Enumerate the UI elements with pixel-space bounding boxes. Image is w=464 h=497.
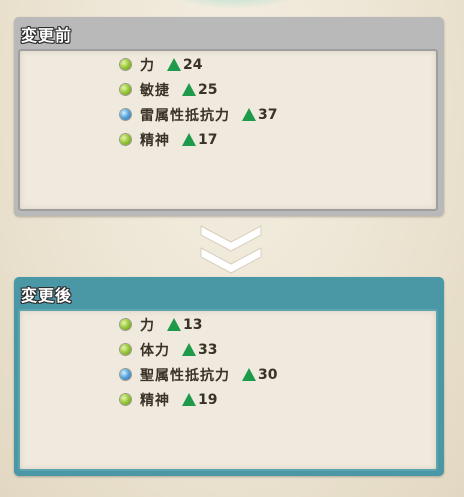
stat-name: 力 xyxy=(140,57,155,74)
after-panel-title: 変更後 xyxy=(21,286,73,305)
top-glow-decoration xyxy=(170,0,300,8)
up-triangle-icon xyxy=(182,343,196,356)
green-orb-icon xyxy=(120,134,131,145)
stat-row: 精神 19 xyxy=(120,387,277,412)
stat-name: 精神 xyxy=(140,392,170,409)
stat-row: 力 13 xyxy=(120,312,277,337)
before-panel-title: 変更前 xyxy=(21,26,73,45)
up-triangle-icon xyxy=(182,393,196,406)
after-panel: 変更後 力 13 体力 33 聖属性抵抗力 30 精神 19 xyxy=(14,277,444,476)
stat-value: 24 xyxy=(183,56,203,73)
stat-row: 精神 17 xyxy=(120,127,277,152)
stat-value: 13 xyxy=(183,316,203,333)
up-triangle-icon xyxy=(182,83,196,96)
stat-row: 体力 33 xyxy=(120,337,277,362)
stat-value: 37 xyxy=(258,106,278,123)
stat-name: 力 xyxy=(140,317,155,334)
before-stat-list: 力 24 敏捷 25 雷属性抵抗力 37 精神 17 xyxy=(120,52,277,152)
up-triangle-icon xyxy=(167,58,181,71)
up-triangle-icon xyxy=(242,368,256,381)
stat-name: 精神 xyxy=(140,132,170,149)
up-triangle-icon xyxy=(182,133,196,146)
up-triangle-icon xyxy=(242,108,256,121)
before-panel: 変更前 力 24 敏捷 25 雷属性抵抗力 37 精神 17 xyxy=(14,17,444,216)
stat-name: 敏捷 xyxy=(140,82,170,99)
green-orb-icon xyxy=(120,319,131,330)
after-stat-list: 力 13 体力 33 聖属性抵抗力 30 精神 19 xyxy=(120,312,277,412)
stat-row: 雷属性抵抗力 37 xyxy=(120,102,277,127)
stat-value: 17 xyxy=(198,131,218,148)
blue-orb-icon xyxy=(120,109,131,120)
stat-name: 体力 xyxy=(140,342,170,359)
stat-name: 雷属性抵抗力 xyxy=(140,107,230,124)
green-orb-icon xyxy=(120,84,131,95)
up-triangle-icon xyxy=(167,318,181,331)
before-stat-box: 力 24 敏捷 25 雷属性抵抗力 37 精神 17 xyxy=(18,49,438,211)
after-stat-box: 力 13 体力 33 聖属性抵抗力 30 精神 19 xyxy=(18,309,438,471)
double-chevron-down-icon xyxy=(200,225,262,274)
green-orb-icon xyxy=(120,394,131,405)
stat-row: 聖属性抵抗力 30 xyxy=(120,362,277,387)
stat-value: 25 xyxy=(198,81,218,98)
blue-orb-icon xyxy=(120,369,131,380)
green-orb-icon xyxy=(120,344,131,355)
green-orb-icon xyxy=(120,59,131,70)
stat-row: 敏捷 25 xyxy=(120,77,277,102)
stat-value: 30 xyxy=(258,366,278,383)
stat-value: 19 xyxy=(198,391,218,408)
stat-row: 力 24 xyxy=(120,52,277,77)
stat-name: 聖属性抵抗力 xyxy=(140,367,230,384)
stat-value: 33 xyxy=(198,341,218,358)
